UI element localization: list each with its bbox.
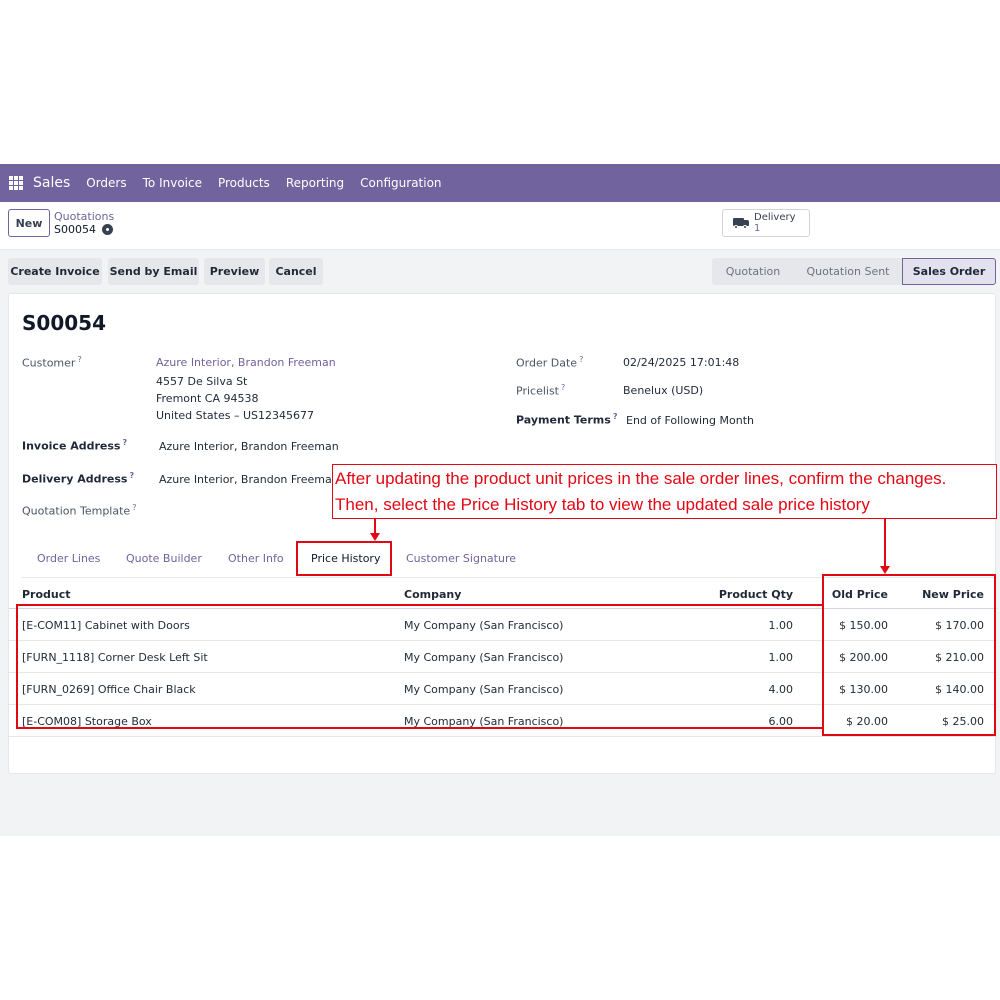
cancel-button[interactable]: Cancel	[269, 258, 323, 285]
breadcrumb: Quotations S00054	[54, 210, 114, 236]
new-button[interactable]: New	[8, 209, 50, 237]
payment-terms-field[interactable]: End of Following Month	[626, 414, 754, 427]
pricelist-label: Pricelist?	[516, 383, 566, 398]
nav-orders[interactable]: Orders	[86, 176, 126, 190]
record-title: S00054	[22, 311, 106, 335]
col-company[interactable]: Company	[404, 588, 461, 601]
create-invoice-button[interactable]: Create Invoice	[8, 258, 102, 285]
delivery-smart-button[interactable]: Delivery 1	[722, 209, 810, 237]
breadcrumb-quotations[interactable]: Quotations	[54, 210, 114, 223]
nav-products[interactable]: Products	[218, 176, 270, 190]
quotation-template-label: Quotation Template?	[22, 503, 137, 518]
customer-label: Customer?	[22, 355, 82, 370]
invoice-address-field[interactable]: Azure Interior, Brandon Freeman	[159, 440, 339, 453]
tab-quote-builder[interactable]: Quote Builder	[126, 552, 202, 565]
order-date-label: Order Date?	[516, 355, 584, 370]
highlight-product-rows	[16, 604, 824, 729]
delivery-address-label: Delivery Address?	[22, 471, 135, 486]
nav-reporting[interactable]: Reporting	[286, 176, 344, 190]
col-product-qty[interactable]: Product Qty	[719, 588, 793, 601]
annotation-line-2: Then, select the Price History tab to vi…	[335, 495, 870, 514]
order-date-field[interactable]: 02/24/2025 17:01:48	[623, 356, 739, 369]
arrow-to-tab-head	[370, 533, 380, 541]
apps-grid-icon[interactable]	[9, 176, 23, 190]
control-panel: New Quotations S00054	[0, 202, 1000, 250]
nav-to-invoice[interactable]: To Invoice	[143, 176, 202, 190]
top-navbar: Sales Orders To Invoice Products Reporti…	[0, 164, 1000, 202]
stage-quotation-sent[interactable]: Quotation Sent	[794, 258, 902, 285]
truck-icon	[733, 218, 749, 229]
customer-city: Fremont CA 94538	[156, 392, 259, 405]
arrow-to-tab	[374, 519, 376, 533]
nav-configuration[interactable]: Configuration	[360, 176, 441, 190]
delivery-address-field[interactable]: Azure Interior, Brandon Freeman	[159, 473, 339, 486]
customer-country: United States – US12345677	[156, 409, 315, 422]
highlight-price-history-tab	[296, 541, 392, 576]
customer-field[interactable]: Azure Interior, Brandon Freeman	[156, 356, 336, 369]
arrow-to-prices	[884, 519, 886, 566]
breadcrumb-current: S00054	[54, 223, 96, 236]
send-by-email-button[interactable]: Send by Email	[108, 258, 199, 285]
tab-order-lines[interactable]: Order Lines	[37, 552, 100, 565]
customer-street: 4557 De Silva St	[156, 375, 248, 388]
preview-button[interactable]: Preview	[204, 258, 265, 285]
payment-terms-label: Payment Terms?	[516, 412, 618, 427]
status-bar: Quotation Quotation Sent Sales Order	[712, 258, 996, 285]
invoice-address-label: Invoice Address?	[22, 438, 128, 453]
annotation-callout: After updating the product unit prices i…	[332, 464, 997, 519]
gear-icon[interactable]	[102, 225, 112, 234]
stage-quotation[interactable]: Quotation	[712, 258, 794, 285]
highlight-price-columns	[822, 574, 996, 736]
annotation-line-1: After updating the product unit prices i…	[335, 469, 947, 488]
arrow-to-prices-head	[880, 566, 890, 574]
action-bar: Create Invoice Send by Email Preview Can…	[0, 250, 1000, 290]
app-brand[interactable]: Sales	[33, 175, 70, 191]
delivery-count: 1	[754, 223, 761, 234]
pricelist-field[interactable]: Benelux (USD)	[623, 384, 703, 397]
col-product[interactable]: Product	[22, 588, 71, 601]
notebook-tabs: Order Lines Quote Builder Other Info Pri…	[22, 534, 997, 578]
delivery-label: Delivery	[754, 212, 796, 223]
tab-customer-signature[interactable]: Customer Signature	[406, 552, 516, 565]
stage-sales-order[interactable]: Sales Order	[902, 258, 996, 285]
tab-other-info[interactable]: Other Info	[228, 552, 284, 565]
